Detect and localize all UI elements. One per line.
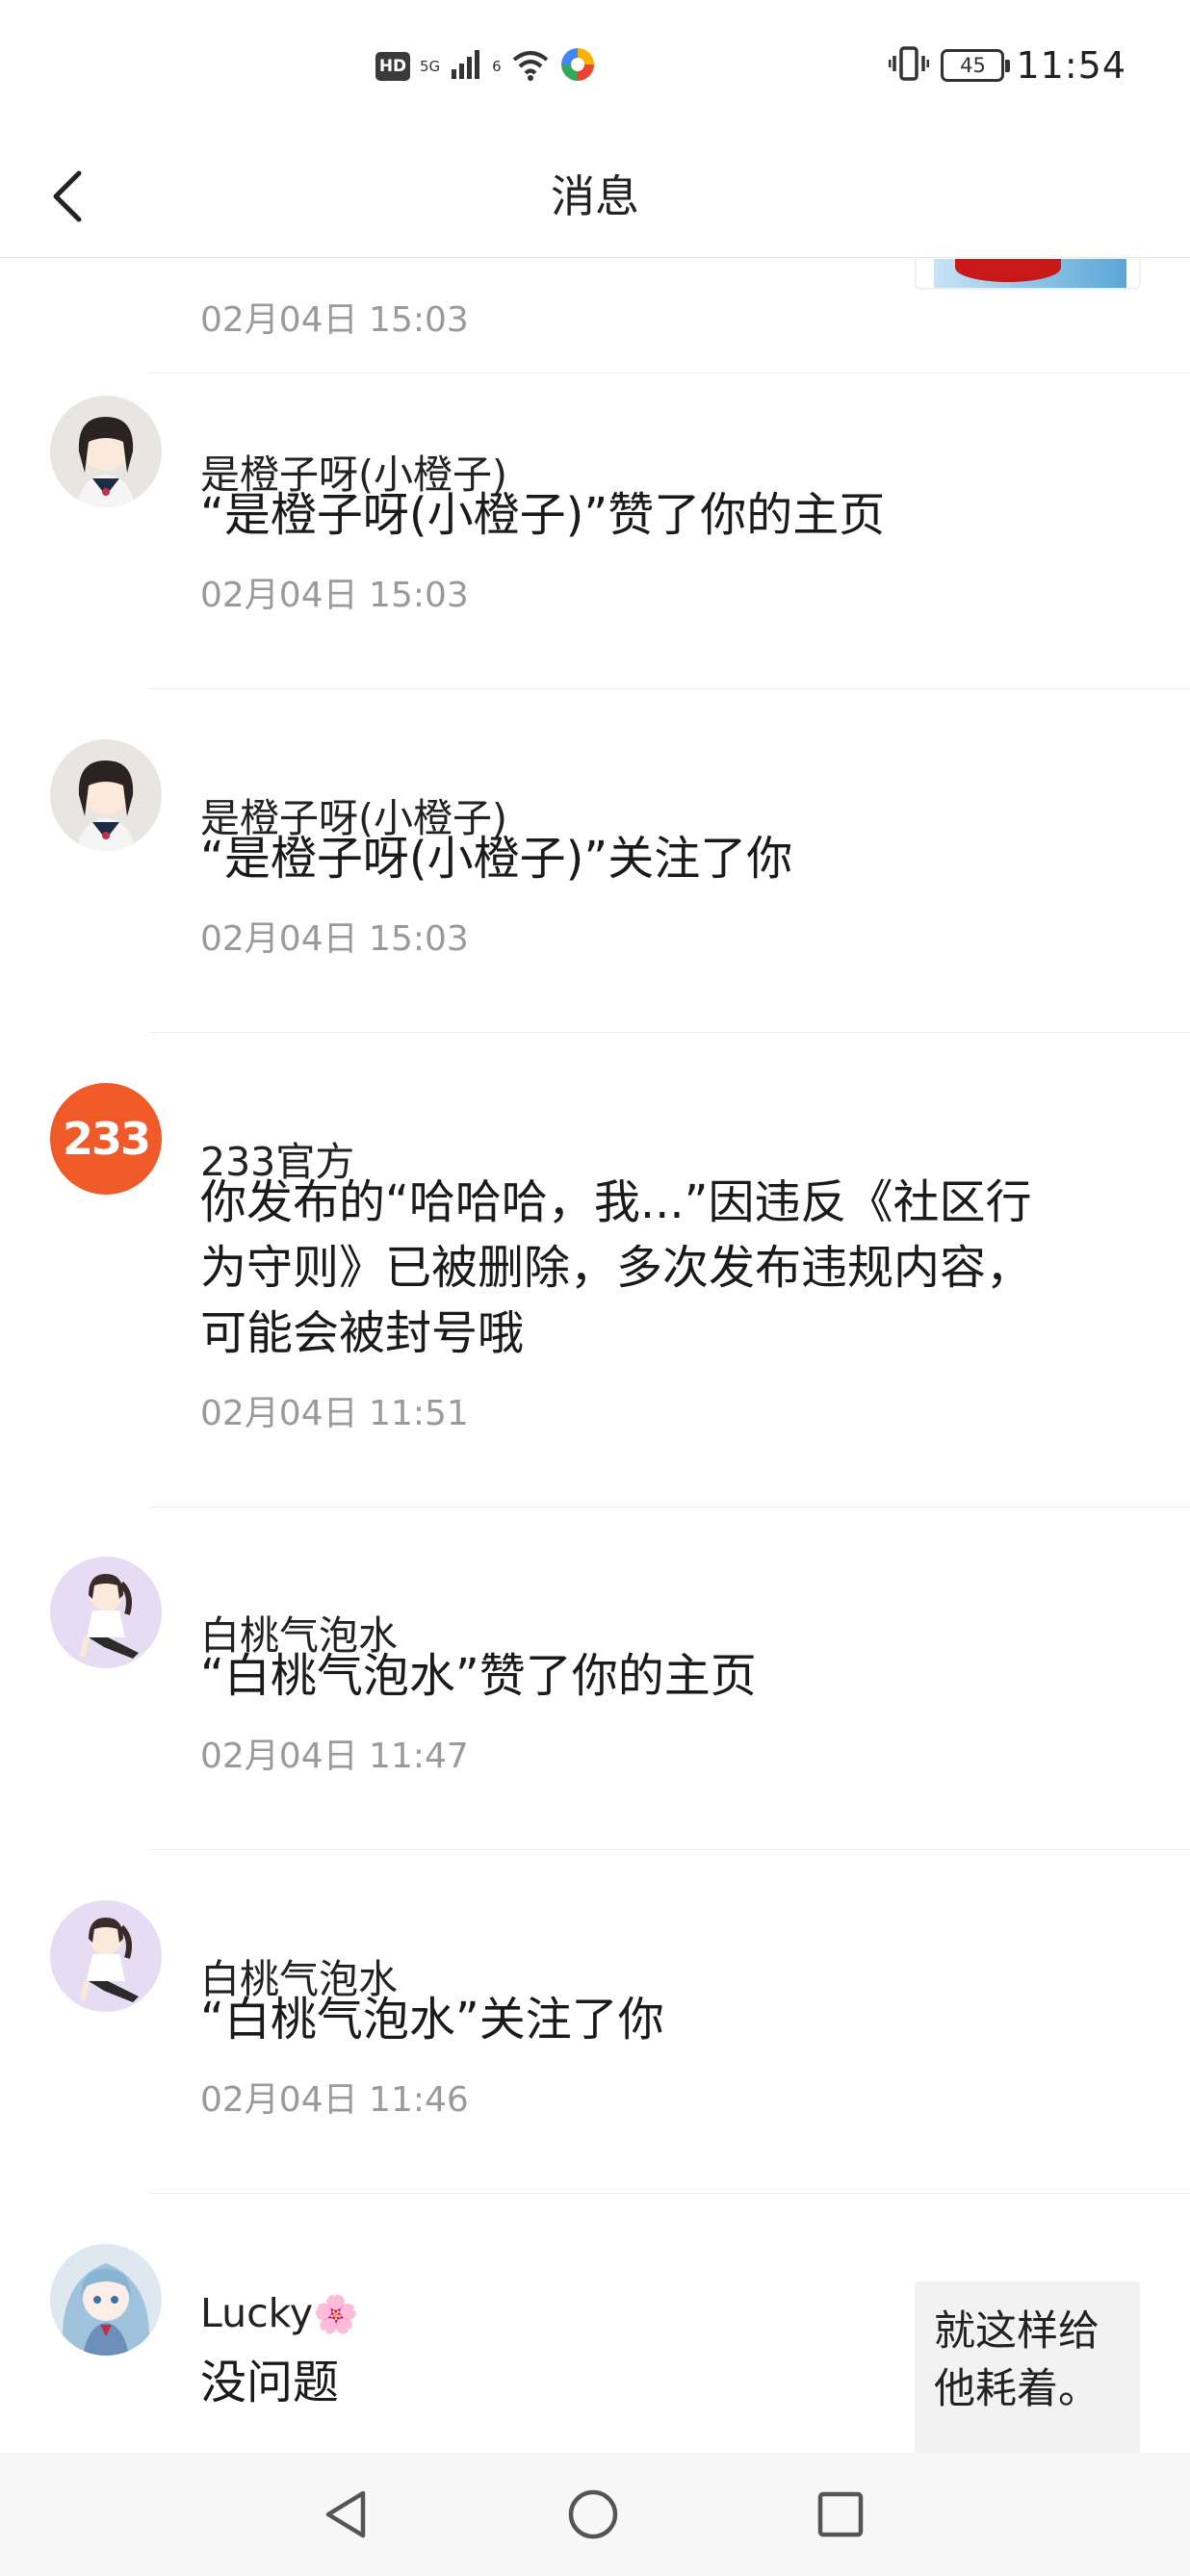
list-item[interactable]: 02月04日 15:03: [0, 259, 1190, 374]
status-right: 45 11:54: [888, 37, 1126, 94]
sender-name-text: Lucky: [200, 2290, 314, 2336]
message-content: 没问题: [200, 2356, 340, 2409]
back-triangle-icon: [325, 2490, 366, 2538]
official-avatar-text: 233: [62, 1113, 151, 1165]
message-time: 02月04日 15:03: [200, 576, 469, 615]
list-item[interactable]: 白桃气泡水 “白桃气泡水”关注了你 02月04日 11:46: [0, 1879, 1190, 2223]
home-circle-icon: [568, 2489, 618, 2539]
status-time: 11:54: [1016, 44, 1126, 87]
divider: [150, 1032, 1190, 1033]
official-avatar[interactable]: 233: [50, 1083, 162, 1195]
wifi-icon: [511, 48, 550, 85]
network-6-label: 6: [492, 57, 502, 75]
status-left: HD 5G 6: [375, 42, 596, 90]
system-nav-bar: [0, 2453, 1190, 2576]
list-item[interactable]: 白桃气泡水 “白桃气泡水”赞了你的主页 02月04日 11:47: [0, 1535, 1190, 1879]
reply-quote-box[interactable]: 就这样给他耗着。: [915, 2281, 1140, 2455]
divider: [150, 1849, 1190, 1850]
list-item[interactable]: 是橙子呀(小橙子) “是橙子呀(小橙子)”赞了你的主页 02月04日 15:03: [0, 374, 1190, 718]
post-thumbnail[interactable]: [915, 259, 1141, 290]
vibrate-icon: [888, 44, 930, 87]
divider: [150, 2193, 1190, 2194]
header-bar: 消息: [0, 135, 1190, 258]
nav-home-button[interactable]: [564, 2486, 622, 2543]
message-content: “白桃气泡水”关注了你: [200, 1993, 664, 2047]
cherry-blossom-emoji: 🌸: [313, 2293, 359, 2335]
message-content: “是橙子呀(小橙子)”赞了你的主页: [200, 488, 886, 542]
network-5g-label: 5G: [420, 57, 441, 75]
list-item[interactable]: 是橙子呀(小橙子) “是橙子呀(小橙子)”关注了你 02月04日 15:03: [0, 718, 1190, 1062]
nav-recents-button[interactable]: [812, 2486, 869, 2543]
nav-back-button[interactable]: [316, 2486, 374, 2543]
avatar[interactable]: [50, 2244, 162, 2356]
message-time: 02月04日 15:03: [200, 919, 469, 959]
cell-signal-icon: [450, 48, 482, 85]
status-bar: HD 5G 6 45 11:54: [0, 0, 1190, 135]
app-notification-icon: [559, 46, 596, 87]
battery-icon: 45: [941, 49, 1011, 82]
page-title: 消息: [551, 170, 639, 222]
avatar[interactable]: [50, 1900, 162, 2012]
message-content: “白桃气泡水”赞了你的主页: [200, 1649, 757, 1703]
avatar[interactable]: [50, 1557, 162, 1668]
message-time: 02月04日 11:47: [200, 1737, 469, 1776]
list-item[interactable]: 233 233官方 你发布的“哈哈哈，我...”因违反《社区行为守则》已被删除，…: [0, 1062, 1190, 1535]
avatar[interactable]: [50, 396, 162, 507]
sender-name: Lucky🌸: [200, 2290, 359, 2336]
message-time: 02月04日 11:46: [200, 2080, 469, 2120]
message-list[interactable]: 02月04日 15:03 是橙子呀(小橙子) “是橙子呀(小橙子)”赞了你的主页…: [0, 259, 1190, 2454]
divider: [150, 688, 1190, 689]
divider: [150, 373, 1190, 374]
recents-square-icon: [817, 2491, 864, 2537]
message-content: “是橙子呀(小橙子)”关注了你: [200, 832, 793, 886]
message-time: 02月04日 15:03: [200, 300, 469, 340]
message-content: 你发布的“哈哈哈，我...”因违反《社区行为守则》已被删除，多次发布违规内容，可…: [200, 1175, 1033, 1360]
avatar[interactable]: [50, 739, 162, 851]
hd-badge: HD: [375, 52, 410, 81]
message-time: 02月04日 11:51: [200, 1394, 469, 1433]
